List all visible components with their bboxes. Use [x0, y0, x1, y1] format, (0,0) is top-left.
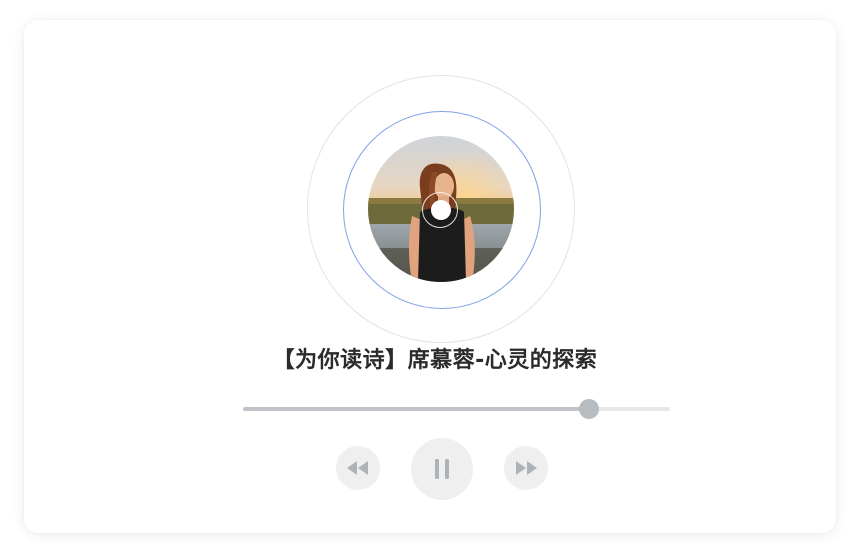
pause-icon — [435, 459, 449, 479]
app-stage: 【为你读诗】席慕蓉-心灵的探索 — [0, 0, 860, 560]
fast-forward-icon — [516, 461, 537, 475]
rewind-button[interactable] — [336, 446, 380, 490]
disc-spindle — [431, 200, 451, 220]
progress-fill — [243, 407, 589, 411]
track-title: 【为你读诗】席慕蓉-心灵的探索 — [272, 348, 598, 373]
rewind-icon — [347, 461, 368, 475]
progress-bar[interactable] — [243, 399, 670, 419]
fast-forward-button[interactable] — [504, 446, 548, 490]
progress-thumb[interactable] — [578, 399, 599, 419]
pause-button[interactable] — [411, 438, 473, 500]
